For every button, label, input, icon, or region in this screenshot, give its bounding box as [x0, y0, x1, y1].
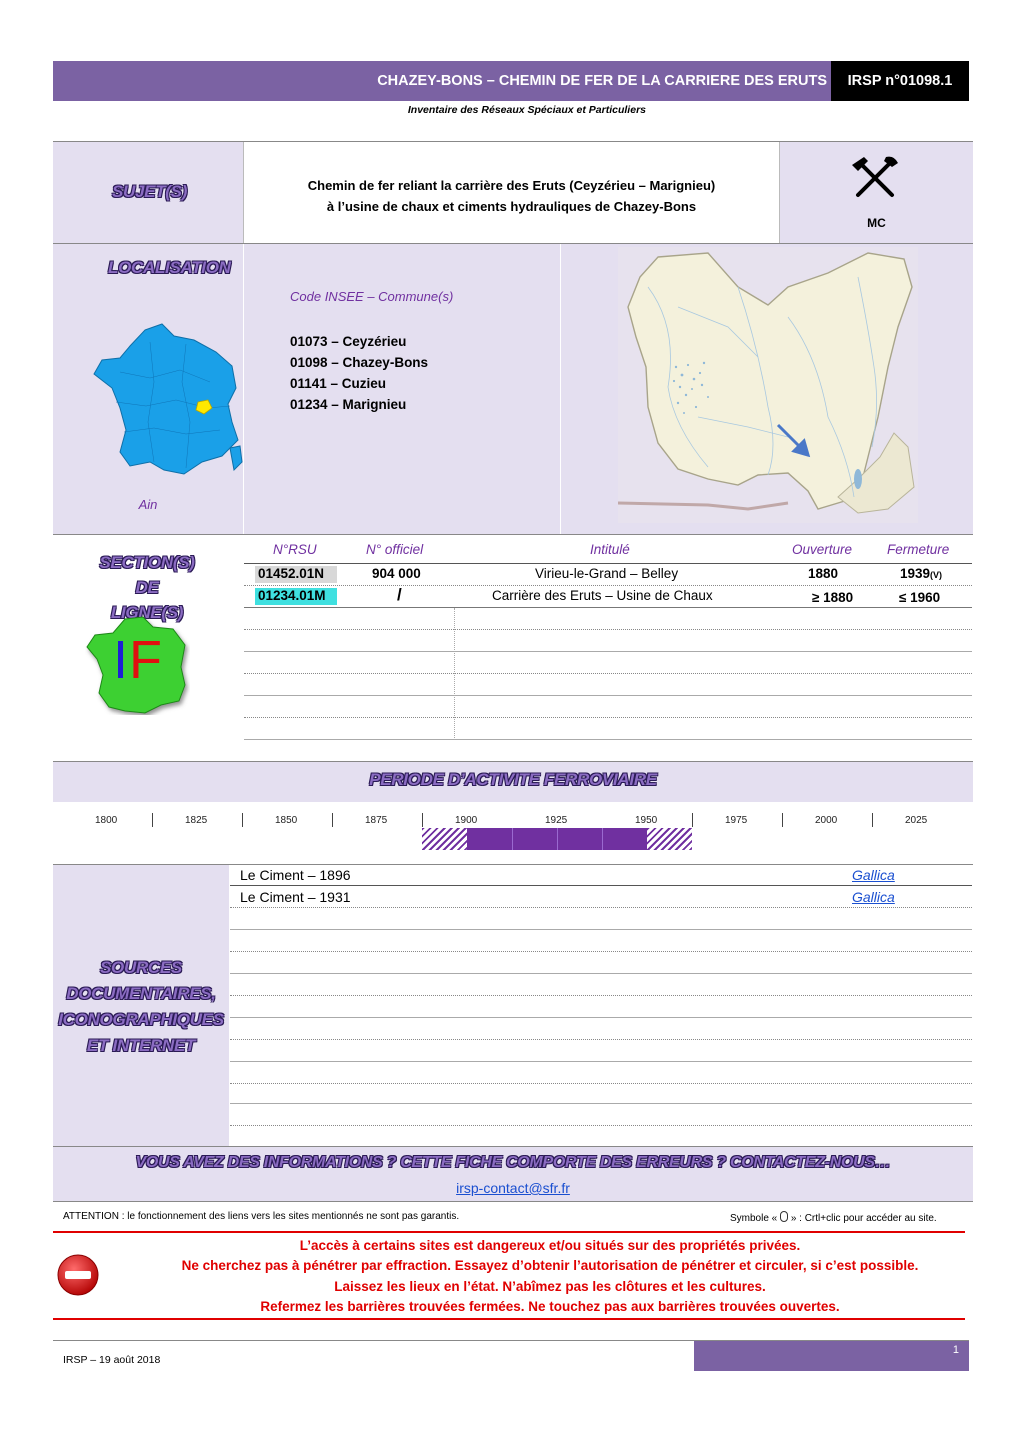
table-row-1-officiel: 904 000 [372, 566, 421, 581]
page-number: 1 [952, 1344, 959, 1356]
tick-label: 1950 [635, 815, 658, 826]
source-label: Le Ciment – 1896 [240, 867, 351, 883]
no-entry-icon [56, 1253, 100, 1302]
activity-uncertain-end [647, 828, 692, 850]
sujet-icon-label: MC [867, 216, 886, 230]
symbol-note: Symbole « » : Crtl+clic pour accéder au … [730, 1211, 937, 1224]
department-name: Ain [138, 497, 158, 512]
column-header-rsu: N°RSU [273, 542, 317, 557]
tick-label: 1925 [545, 815, 568, 826]
table-row-1-fermeture: 1939(V) [900, 566, 943, 581]
document-id: IRSP n°01098.1 [831, 61, 969, 101]
warning-line-1: L’accès à certains sites est dangereux e… [299, 1238, 801, 1253]
column-header-intitule: Intitulé [590, 542, 630, 557]
table-row-2-officiel: / [397, 585, 402, 604]
sources-title: SOURCES DOCUMENTAIRES, ICONOGRAPHIQUES E… [58, 958, 224, 1055]
contact-email-link[interactable]: irsp-contact@sfr.fr [456, 1180, 570, 1196]
column-header-ouverture: Ouverture [792, 542, 853, 557]
code-insee-label: Code INSEE – Commune(s) [290, 289, 454, 304]
table-row-2-fermeture: ≤ 1960 [899, 590, 941, 605]
footer-date: IRSP – 19 août 2018 [63, 1354, 161, 1366]
source-label: Le Ciment – 1931 [240, 889, 351, 905]
periode-title: PERIODE D’ACTIVITE FERROVIAIRE [369, 770, 657, 789]
tick-label: 1850 [275, 815, 298, 826]
sujet-line-2: à l’usine de chaux et ciments hydrauliqu… [326, 199, 697, 214]
warning-line-4: Refermez les barrières trouvées fermées.… [260, 1299, 840, 1314]
commune-item: 01098 – Chazey-Bons [290, 355, 429, 370]
document-subtitle: Inventaire des Réseaux Spéciaux et Parti… [407, 104, 646, 116]
table-row-1-intitule: Virieu-le-Grand – Belley [535, 566, 679, 581]
tick-label: 1825 [185, 815, 208, 826]
communes-list: 01073 – Ceyzérieu 01098 – Chazey-Bons 01… [290, 331, 428, 415]
tick-label: 1975 [725, 815, 748, 826]
contact-title: VOUS AVEZ DES INFORMATIONS ? CETTE FICHE… [135, 1154, 891, 1171]
tick-label: 1900 [455, 815, 478, 826]
footer-page-bar: 1 [694, 1341, 969, 1371]
if-logo: I F [85, 615, 190, 720]
tick-label: 2025 [905, 815, 928, 826]
mouse-icon [780, 1211, 789, 1222]
table-row-1-rsu: 01452.01N [258, 566, 325, 581]
source-link[interactable]: Gallica [852, 867, 895, 883]
table-row-2-ouverture: ≥ 1880 [812, 590, 854, 605]
tick-label: 1800 [95, 815, 118, 826]
tick-label: 1875 [365, 815, 388, 826]
column-header-officiel: N° officiel [366, 542, 424, 557]
table-row-2-intitule: Carrière des Eruts – Usine de Chaux [492, 588, 713, 603]
tick-label: 2000 [815, 815, 838, 826]
attention-note: ATTENTION : le fonctionnement des liens … [63, 1211, 460, 1222]
table-row-1-ouverture: 1880 [808, 566, 839, 581]
sections-title: SECTION(S) DE LIGNE(S) [99, 553, 195, 622]
logo-letter-i: I [113, 630, 129, 690]
commune-item: 01234 – Marignieu [290, 397, 407, 412]
column-header-fermeture: Fermeture [887, 542, 950, 557]
department-map [617, 247, 918, 523]
sujet-line-1: Chemin de fer reliant la carrière des Er… [307, 178, 716, 193]
commune-item: 01073 – Ceyzérieu [290, 334, 407, 349]
document-title: CHAZEY-BONS – CHEMIN DE FER DE LA CARRIE… [377, 73, 827, 89]
source-link[interactable]: Gallica [852, 889, 895, 905]
warning-line-2: Ne cherchez pas à pénétrer par effractio… [181, 1258, 919, 1273]
france-map [90, 322, 245, 487]
table-row-2-rsu: 01234.01M [258, 588, 326, 603]
header-bar: CHAZEY-BONS – CHEMIN DE FER DE LA CARRIE… [53, 61, 969, 101]
warning-line-3: Laissez les lieux en l’état. N’abîmez pa… [334, 1279, 766, 1294]
hammer-pick-icon [850, 153, 900, 204]
activity-uncertain-start [422, 828, 467, 850]
sujet-title: SUJET(S) [112, 182, 188, 201]
commune-item: 01141 – Cuzieu [290, 376, 387, 391]
localisation-title: LOCALISATION [108, 258, 231, 277]
sujet-description: Chemin de fer reliant la carrière des Er… [244, 175, 779, 217]
logo-letter-f: F [129, 630, 162, 690]
